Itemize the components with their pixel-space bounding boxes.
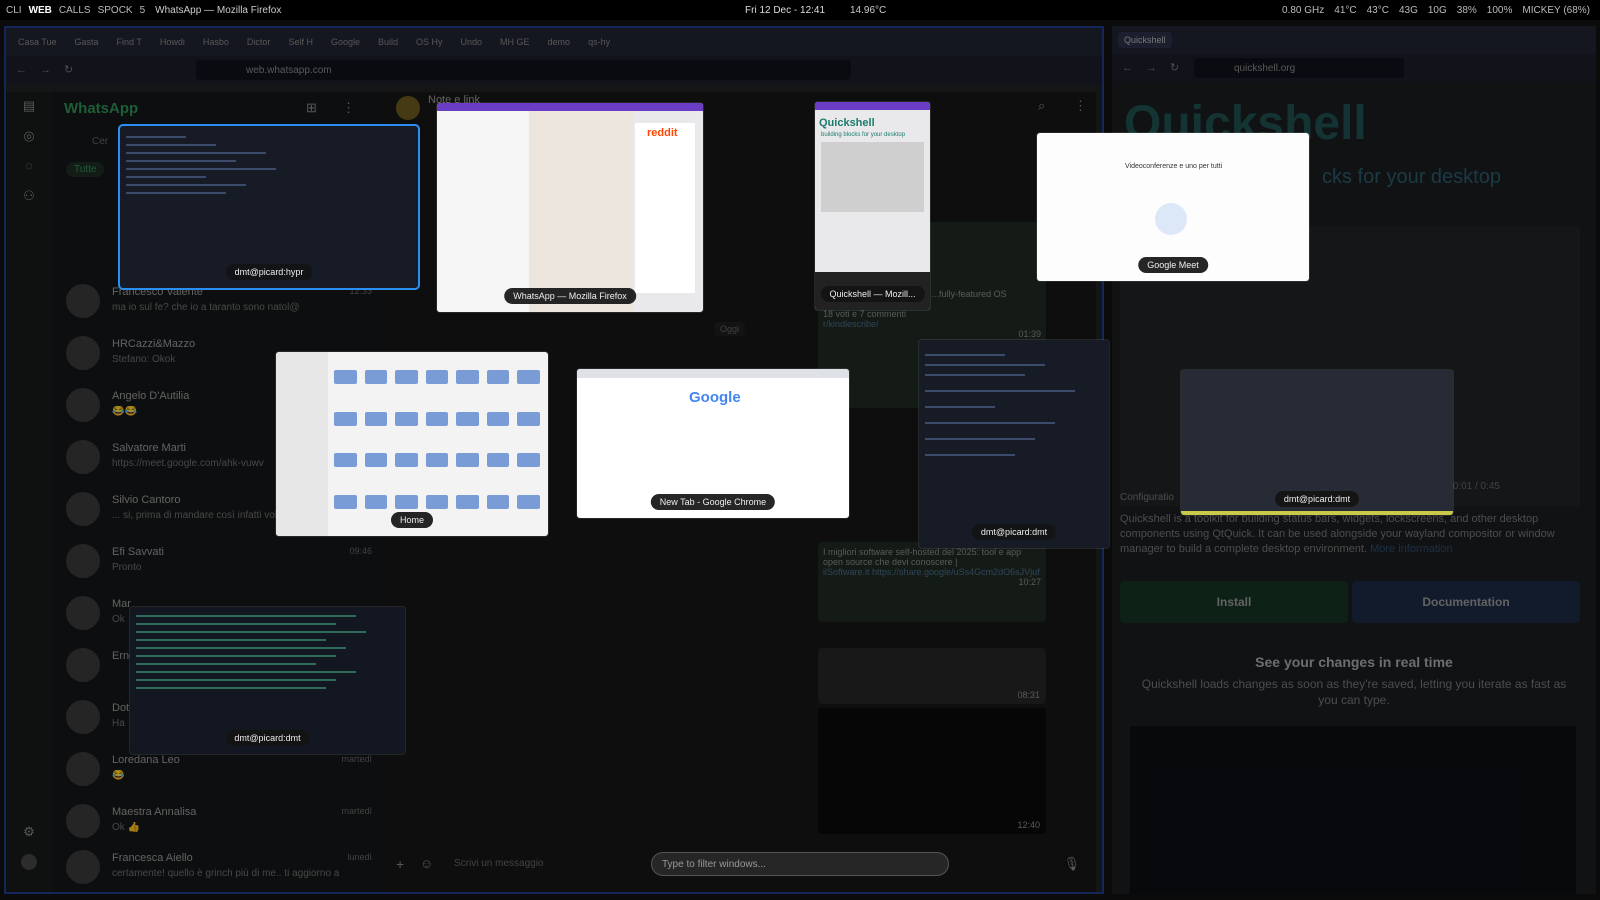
window-label: dmt@picard:dmt	[225, 730, 310, 746]
window-label: Home	[390, 512, 434, 528]
window-label: dmt@picard:dmt	[1274, 491, 1360, 507]
active-window-title: WhatsApp — Mozilla Firefox	[155, 4, 282, 16]
window-label: Quickshell — Mozill...	[820, 286, 925, 302]
window-label: New Tab - Google Chrome	[650, 494, 776, 510]
brightness: 38%	[1456, 4, 1477, 16]
quickshell-subtitle: building blocks for your desktop	[821, 132, 906, 138]
window-thumbnail[interactable]: Google New Tab - Google Chrome	[577, 369, 849, 518]
window-label: dmt@picard:dmt	[971, 524, 1057, 540]
google-logo: Google	[689, 389, 741, 406]
window-thumbnail[interactable]: dmt@picard:dmt	[130, 607, 405, 754]
ram-usage: 43G	[1398, 4, 1418, 16]
meet-heading: Videoconferenze e uno per tutti	[1125, 163, 1223, 170]
window-thumbnail[interactable]: dmt@picard:dmt	[919, 340, 1109, 548]
workspace-3[interactable]: CALLS	[59, 5, 91, 16]
window-thumbnail[interactable]: reddit WhatsApp — Mozilla Firefox	[437, 103, 703, 312]
cpu-temp: 41°C	[1334, 4, 1357, 16]
window-label: WhatsApp — Mozilla Firefox	[504, 288, 636, 304]
window-thumbnail[interactable]: Quickshell building blocks for your desk…	[815, 102, 930, 310]
disk-usage: 10G	[1427, 4, 1447, 16]
clock: Fri 12 Dec - 12:41	[745, 4, 826, 16]
window-label: dmt@picard:hypr	[225, 264, 313, 280]
workspace-5[interactable]: 5	[140, 5, 146, 16]
window-thumbnail[interactable]: dmt@picard:hypr	[120, 126, 418, 288]
window-label: Google Meet	[1138, 257, 1208, 273]
quickshell-logo: Quickshell	[819, 117, 875, 129]
window-thumbnail[interactable]: Videoconferenze e uno per tutti Google M…	[1037, 133, 1309, 281]
battery-user: MICKEY (68%)	[1522, 4, 1590, 16]
window-thumbnail[interactable]: Home	[276, 352, 548, 536]
gpu-temp: 43°C	[1366, 4, 1389, 16]
cpu-freq: 0.80 GHz	[1282, 4, 1325, 16]
system-stats: 0.80 GHz 41°C 43°C 43G 10G 38% 100% MICK…	[1282, 5, 1590, 16]
weather-readout: 14.96°C	[850, 4, 887, 16]
reddit-logo: reddit	[647, 127, 678, 139]
window-thumbnail[interactable]: dmt@picard:dmt	[1181, 370, 1453, 515]
top-status-bar: CLI WEB CALLS SPOCK 5 WhatsApp — Mozilla…	[0, 0, 1600, 20]
window-filter-input[interactable]	[651, 852, 949, 876]
workspace-4[interactable]: SPOCK	[98, 5, 133, 16]
workspace-2[interactable]: WEB	[29, 5, 52, 16]
workspace-indicator[interactable]: CLI WEB CALLS SPOCK 5	[0, 5, 145, 16]
file-grid	[334, 370, 540, 528]
volume: 100%	[1486, 4, 1513, 16]
workspace-1[interactable]: CLI	[6, 5, 22, 16]
